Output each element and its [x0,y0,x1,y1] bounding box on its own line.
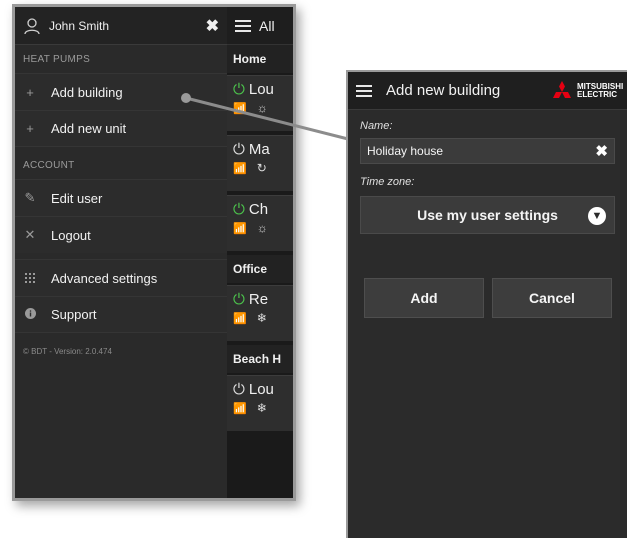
group-label-beach: Beach H [227,345,293,373]
grid-icon [23,271,37,286]
section-label-account: ACCOUNT [23,159,75,171]
brand-logo: MITSUBISHI ELECTRIC [550,80,624,101]
power-icon[interactable]: ⏻ [233,81,245,98]
wifi-icon: 📶 [233,222,247,235]
hamburger-icon[interactable] [356,82,372,100]
button-row: Add Cancel [364,278,615,318]
sun-icon: ☼ [256,101,268,115]
menu-item-label: Add building [51,84,123,100]
close-menu-icon[interactable]: ✖ [206,16,219,36]
snowflake-icon: ❄ [256,311,267,325]
wifi-icon: 📶 [233,162,247,175]
unit-name: Re [248,291,269,308]
menu-item-label: Advanced settings [51,270,158,286]
clear-icon[interactable]: ✖ [595,142,608,160]
unit-list-header: All [227,7,293,45]
right-phone-screen: Add new building MITSUBISHI ELECTRIC Nam… [346,70,627,538]
menu-item-label: Edit user [51,190,103,206]
dialog-title: Add new building [386,82,501,99]
snowflake-icon: ❄ [256,401,267,415]
version-text: © BDT - Version: 2.0.474 [23,347,112,356]
section-label-heat-pumps: HEAT PUMPS [23,53,91,65]
dialog-header: Add new building MITSUBISHI ELECTRIC [348,72,627,110]
hamburger-icon[interactable] [235,17,251,35]
x-icon: ✕ [24,227,36,242]
unit-card[interactable]: ⏻ Lou 📶 ☼ [227,75,293,131]
add-button[interactable]: Add [364,278,484,318]
unit-card[interactable]: ⏻ Ch 📶 ☼ [227,195,293,251]
unit-name: Lou [248,381,274,398]
menu-item-label: Support [51,307,97,322]
side-menu: John Smith ✖ HEAT PUMPS + Add building +… [15,7,227,498]
unit-name: Ma [248,141,270,158]
cancel-button[interactable]: Cancel [492,278,612,318]
sun-icon: ☼ [256,221,268,235]
left-phone-screen: John Smith ✖ HEAT PUMPS + Add building +… [12,4,296,501]
timezone-select[interactable]: Use my user settings ▼ [360,196,615,234]
group-label-home: Home [227,45,293,73]
menu-item-edit-user[interactable]: ✎ Edit user [15,179,227,216]
menu-item-logout[interactable]: ✕ Logout [15,216,227,253]
username: John Smith [49,18,110,33]
menu-item-add-new-unit[interactable]: + Add new unit [15,110,227,147]
plus-icon: + [26,84,34,100]
mitsubishi-logo-icon [553,80,571,98]
info-icon [23,307,37,322]
timezone-value: Use my user settings [417,207,558,223]
menu-item-label: Add new unit [51,121,127,136]
unit-card[interactable]: ⏻ Re 📶 ❄ [227,285,293,341]
menu-item-support[interactable]: Support [15,296,227,333]
unit-list-title: All [259,17,275,34]
power-icon[interactable]: ⏻ [233,201,245,218]
power-icon[interactable]: ⏻ [233,141,245,158]
unit-card[interactable]: ⏻ Ma 📶 ↻ [227,135,293,191]
timezone-label: Time zone: [360,176,415,188]
wifi-icon: 📶 [233,102,247,115]
power-icon[interactable]: ⏻ [233,291,245,308]
user-icon [24,17,40,34]
brand-wordmark: MITSUBISHI ELECTRIC [577,81,624,99]
name-label: Name: [360,120,393,132]
name-value: Holiday house [367,144,444,158]
power-icon[interactable]: ⏻ [233,381,245,398]
wifi-icon: 📶 [233,312,247,325]
unit-card[interactable]: ⏻ Lou 📶 ❄ [227,375,293,431]
group-label-office: Office [227,255,293,283]
name-field[interactable]: Holiday house ✖ [360,138,615,164]
pencil-icon: ✎ [24,190,36,205]
menu-header: John Smith ✖ [15,7,227,45]
auto-icon: ↻ [256,161,267,175]
unit-list-panel: All Home ⏻ Lou 📶 ☼ ⏻ Ma 📶 ↻ ⏻ Ch 📶 ☼ Office ⏻ R… [227,7,293,498]
menu-item-add-building[interactable]: + Add building [15,73,227,110]
unit-name: Ch [248,201,269,218]
wifi-icon: 📶 [233,402,247,415]
chevron-down-icon: ▼ [588,207,606,225]
menu-item-label: Logout [51,227,91,243]
unit-name: Lou [248,81,274,98]
menu-item-advanced-settings[interactable]: Advanced settings [15,259,227,296]
screenshot-stage: John Smith ✖ HEAT PUMPS + Add building +… [0,0,627,538]
plus-icon: + [26,121,34,136]
